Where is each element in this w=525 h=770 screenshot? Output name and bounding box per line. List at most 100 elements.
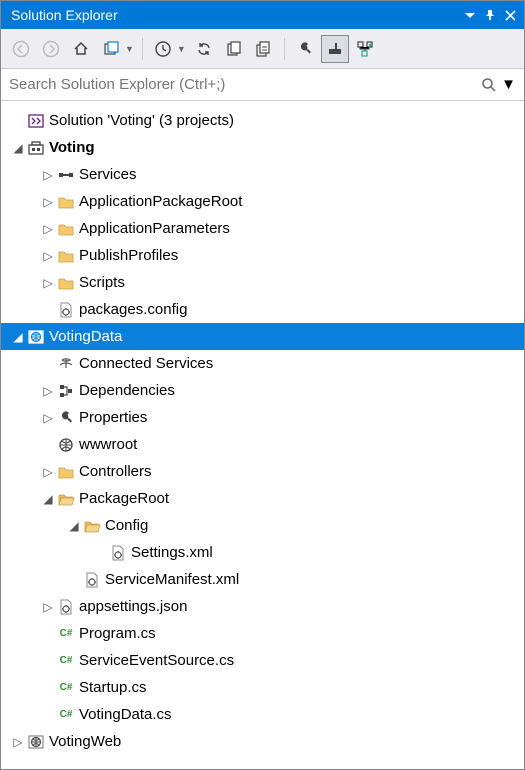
web-project-icon — [25, 733, 47, 751]
pending-dropdown-icon[interactable]: ▼ — [177, 44, 186, 54]
project-label: VotingData — [47, 328, 122, 345]
solution-tree: ▶ Solution 'Voting' (3 projects) ◢ Votin… — [1, 101, 524, 769]
item-label: Startup.cs — [77, 679, 147, 696]
folder-open-icon — [81, 518, 103, 534]
collapse-icon[interactable]: ◢ — [11, 141, 25, 155]
item-label: VotingData.cs — [77, 706, 172, 723]
tree-item-startup-cs[interactable]: ▷ C# Startup.cs — [1, 674, 524, 701]
search-input[interactable] — [9, 76, 481, 93]
connected-services-icon — [55, 356, 77, 372]
window-menu-icon[interactable] — [460, 5, 480, 25]
tree-item-app-parameters[interactable]: ▷ ApplicationParameters — [1, 215, 524, 242]
expand-icon[interactable]: ▷ — [41, 276, 55, 290]
search-icon[interactable] — [481, 77, 497, 93]
tree-item-config[interactable]: ◢ Config — [1, 512, 524, 539]
csharp-file-icon: C# — [55, 655, 77, 666]
item-label: Scripts — [77, 274, 125, 291]
folder-icon — [55, 248, 77, 264]
dependencies-icon — [55, 383, 77, 399]
wrench-icon — [55, 409, 77, 427]
tree-item-settings-xml[interactable]: ▷ Settings.xml — [1, 539, 524, 566]
web-project-icon — [25, 328, 47, 346]
item-label: Dependencies — [77, 382, 175, 399]
expand-icon[interactable]: ▷ — [41, 600, 55, 614]
pin-icon[interactable] — [480, 5, 500, 25]
references-icon — [55, 167, 77, 183]
nav-back-button[interactable] — [7, 35, 35, 63]
item-label: Controllers — [77, 463, 152, 480]
item-label: Config — [103, 517, 148, 534]
item-label: appsettings.json — [77, 598, 187, 615]
item-label: PackageRoot — [77, 490, 169, 507]
titlebar: Solution Explorer — [1, 1, 524, 29]
toolbar: ▼ ▼ — [1, 29, 524, 69]
tree-item-dependencies[interactable]: ▷ Dependencies — [1, 377, 524, 404]
tree-item-wwwroot[interactable]: ▷ wwwroot — [1, 431, 524, 458]
expand-icon[interactable]: ▷ — [41, 168, 55, 182]
expand-icon[interactable]: ▷ — [41, 222, 55, 236]
item-label: wwwroot — [77, 436, 137, 453]
item-label: Connected Services — [77, 355, 213, 372]
tree-item-service-event-source[interactable]: ▷ C# ServiceEventSource.cs — [1, 647, 524, 674]
tree-item-program-cs[interactable]: ▷ C# Program.cs — [1, 620, 524, 647]
expand-icon[interactable]: ▷ — [41, 465, 55, 479]
tree-item-properties[interactable]: ▷ Properties — [1, 404, 524, 431]
item-label: PublishProfiles — [77, 247, 178, 264]
show-all-files-button[interactable] — [220, 35, 248, 63]
folder-open-icon — [55, 491, 77, 507]
item-label: packages.config — [77, 301, 187, 318]
scope-button[interactable] — [97, 35, 125, 63]
expand-icon[interactable]: ▷ — [41, 411, 55, 425]
sync-button[interactable] — [190, 35, 218, 63]
project-voting[interactable]: ◢ Voting — [1, 134, 524, 161]
xml-config-file-icon — [107, 544, 129, 562]
item-label: Services — [77, 166, 137, 183]
csharp-file-icon: C# — [55, 709, 77, 720]
search-dropdown-icon[interactable]: ▼ — [501, 76, 516, 93]
collapse-icon[interactable]: ◢ — [41, 492, 55, 506]
project-label: VotingWeb — [47, 733, 121, 750]
close-icon[interactable] — [500, 5, 520, 25]
separator — [142, 38, 143, 60]
tree-item-scripts[interactable]: ▷ Scripts — [1, 269, 524, 296]
expand-icon[interactable]: ▷ — [41, 195, 55, 209]
tree-item-appsettings[interactable]: ▷ appsettings.json — [1, 593, 524, 620]
solution-label: Solution 'Voting' (3 projects) — [47, 112, 234, 129]
tree-item-package-root[interactable]: ◢ PackageRoot — [1, 485, 524, 512]
home-button[interactable] — [67, 35, 95, 63]
expand-icon[interactable]: ▷ — [41, 249, 55, 263]
item-label: ApplicationParameters — [77, 220, 230, 237]
tree-item-connected-services[interactable]: ▷ Connected Services — [1, 350, 524, 377]
collapse-icon[interactable]: ◢ — [11, 330, 25, 344]
tree-item-service-manifest[interactable]: ▷ ServiceManifest.xml — [1, 566, 524, 593]
folder-icon — [55, 221, 77, 237]
tree-item-voting-data-cs[interactable]: ▷ C# VotingData.cs — [1, 701, 524, 728]
nav-forward-button[interactable] — [37, 35, 65, 63]
project-voting-data[interactable]: ◢ VotingData — [1, 323, 524, 350]
collapse-icon[interactable]: ◢ — [67, 519, 81, 533]
tree-item-packages-config[interactable]: ▷ packages.config — [1, 296, 524, 323]
xml-config-file-icon — [81, 571, 103, 589]
scope-dropdown-icon[interactable]: ▼ — [125, 44, 134, 54]
folder-icon — [55, 194, 77, 210]
item-label: ServiceEventSource.cs — [77, 652, 234, 669]
item-label: Settings.xml — [129, 544, 213, 561]
properties-button[interactable] — [291, 35, 319, 63]
collapse-all-button[interactable] — [250, 35, 278, 63]
expand-icon[interactable]: ▷ — [11, 735, 25, 749]
preview-selected-button[interactable] — [321, 35, 349, 63]
view-class-diagram-button[interactable] — [351, 35, 379, 63]
tree-item-publish-profiles[interactable]: ▷ PublishProfiles — [1, 242, 524, 269]
json-file-icon — [55, 598, 77, 616]
solution-icon — [25, 112, 47, 130]
solution-node[interactable]: ▶ Solution 'Voting' (3 projects) — [1, 107, 524, 134]
csharp-file-icon: C# — [55, 682, 77, 693]
tree-item-controllers[interactable]: ▷ Controllers — [1, 458, 524, 485]
tree-item-services[interactable]: ▷ Services — [1, 161, 524, 188]
tree-item-app-package-root[interactable]: ▷ ApplicationPackageRoot — [1, 188, 524, 215]
folder-icon — [55, 275, 77, 291]
item-label: ApplicationPackageRoot — [77, 193, 242, 210]
expand-icon[interactable]: ▷ — [41, 384, 55, 398]
pending-changes-button[interactable] — [149, 35, 177, 63]
project-voting-web[interactable]: ▷ VotingWeb — [1, 728, 524, 755]
